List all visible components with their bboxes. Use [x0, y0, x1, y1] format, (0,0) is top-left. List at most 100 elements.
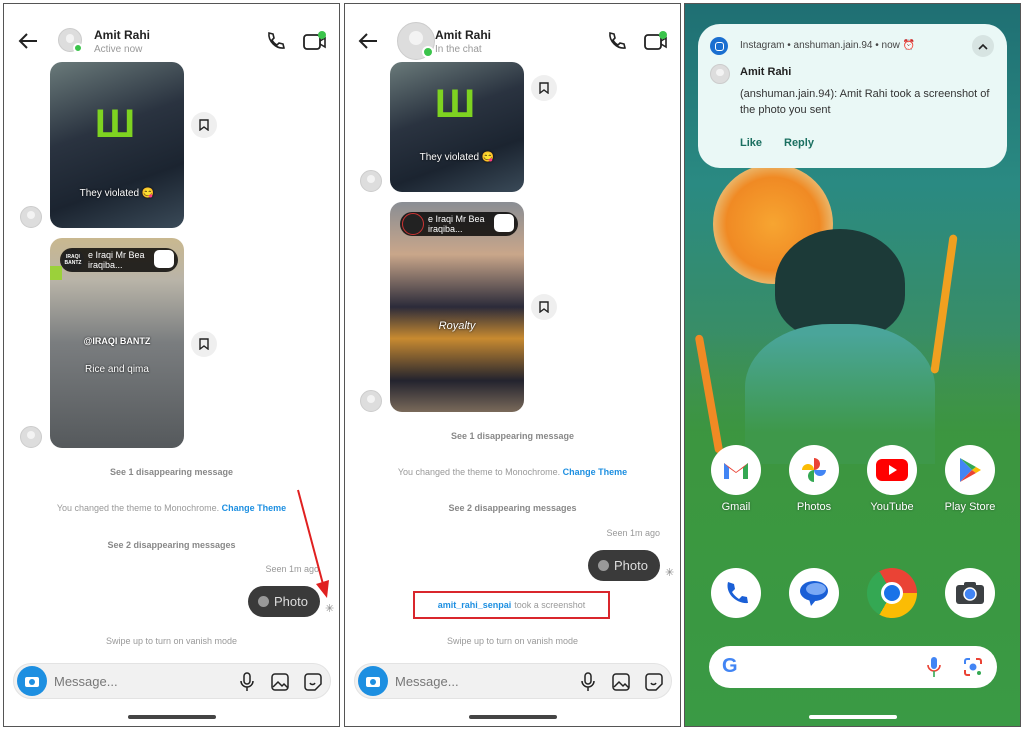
gmail-app[interactable]: [711, 445, 761, 495]
camera-app[interactable]: [945, 568, 995, 618]
notification-body: (anshuman.jain.94): Amit Rahi took a scr…: [740, 88, 990, 116]
sender-avatar: [710, 64, 730, 84]
save-bookmark-button[interactable]: [191, 331, 217, 357]
notification-meta: Instagram • anshuman.jain.94 • now ⏰: [740, 40, 916, 51]
sender-avatar: [360, 170, 382, 192]
camera-button[interactable]: [17, 666, 47, 696]
sending-spinner-icon: ✳: [665, 567, 675, 579]
gallery-icon[interactable]: [612, 673, 630, 691]
theme-change-notice: You changed the theme to Monochrome. Cha…: [4, 503, 339, 513]
save-bookmark-button[interactable]: [191, 112, 217, 138]
shirt-text: Royalty: [438, 320, 476, 332]
screenshot-username[interactable]: amit_rahi_senpai: [438, 600, 512, 610]
screenshot-notice: amit_rahi_senpai took a screenshot: [413, 591, 610, 619]
shared-reel-thumbnail[interactable]: IRAQI BANTZ e Iraqi Mr Bea iraqiba... @IR…: [50, 238, 184, 448]
photos-app[interactable]: [789, 445, 839, 495]
voice-search-icon[interactable]: [927, 656, 941, 678]
reel-caption: Rice and qima: [85, 364, 149, 375]
phone-call-icon[interactable]: [606, 31, 626, 51]
phone-app[interactable]: [711, 568, 761, 618]
notification-like-action[interactable]: Like: [740, 137, 762, 149]
sender-avatar: [360, 390, 382, 412]
change-theme-link[interactable]: Change Theme: [222, 503, 287, 513]
notification-sender: Amit Rahi: [740, 66, 792, 78]
contact-status: Active now: [94, 44, 143, 55]
vanish-mode-hint: Swipe up to turn on vanish mode: [446, 636, 579, 646]
save-bookmark-button[interactable]: [531, 75, 557, 101]
photos-label: Photos: [796, 501, 832, 513]
back-arrow-icon[interactable]: [17, 32, 39, 50]
google-lens-icon[interactable]: [963, 657, 983, 677]
photo-message-bubble[interactable]: Photo: [588, 550, 660, 581]
chair-shape: [50, 266, 62, 280]
gallery-icon[interactable]: [271, 673, 289, 691]
message-composer[interactable]: Message...: [354, 663, 672, 699]
bookmark-icon: [539, 301, 549, 313]
reel-watermark: @IRAQI BANTZ: [83, 336, 151, 346]
message-composer[interactable]: Message...: [13, 663, 331, 699]
theme-change-text: You changed the theme to Monochrome.: [397, 467, 561, 477]
microphone-icon[interactable]: [240, 672, 254, 692]
youtube-label: YouTube: [870, 501, 914, 513]
monster-logo-icon: Ш: [94, 102, 136, 146]
message-input[interactable]: Message...: [395, 674, 459, 689]
theme-change-text: You changed the theme to Monochrome.: [56, 503, 220, 513]
gmail-icon: [724, 463, 748, 479]
camera-icon: [366, 677, 380, 687]
video-call-icon[interactable]: [644, 30, 668, 52]
change-theme-link[interactable]: Change Theme: [563, 467, 628, 477]
photo-view-once-icon: [598, 560, 609, 571]
shared-reel-thumbnail[interactable]: e Iraqi Mr Bea iraqiba... Royalty: [390, 202, 524, 412]
online-indicator: [422, 46, 434, 58]
sticker-icon[interactable]: [645, 673, 663, 691]
alert-bell-icon: ⏰: [902, 40, 916, 51]
chevron-up-icon: [978, 43, 988, 50]
notification-reply-action[interactable]: Reply: [784, 137, 814, 149]
home-indicator[interactable]: [128, 715, 216, 719]
shared-reel-thumbnail[interactable]: Ш They violated 😋: [390, 62, 524, 192]
contact-status: In the chat: [435, 44, 482, 55]
bookmark-icon: [539, 82, 549, 94]
gmail-label: Gmail: [721, 501, 751, 513]
shared-reel-thumbnail[interactable]: Ш They violated 😋: [50, 62, 184, 228]
see-disappearing-message[interactable]: See 1 disappearing message: [345, 431, 680, 441]
see-disappearing-messages[interactable]: See 2 disappearing messages: [345, 503, 680, 513]
bookmark-icon: [199, 119, 209, 131]
camera-icon: [25, 677, 39, 687]
see-disappearing-message[interactable]: See 1 disappearing message: [4, 467, 339, 477]
youtube-icon: [876, 459, 908, 481]
play-store-app[interactable]: [945, 445, 995, 495]
home-indicator[interactable]: [469, 715, 557, 719]
phone-call-icon[interactable]: [265, 31, 285, 51]
google-logo-icon: G: [722, 655, 738, 677]
chat-screen-before: Amit Rahi Active now Ш They violated 😋 I…: [3, 3, 340, 727]
chat-screen-after: Amit Rahi In the chat Ш They violated 😋 …: [344, 3, 681, 727]
chrome-app[interactable]: [867, 568, 917, 618]
instagram-notification[interactable]: Instagram • anshuman.jain.94 • now ⏰ Ami…: [698, 24, 1007, 168]
instagram-icon: [710, 37, 728, 55]
sticker-icon[interactable]: [304, 673, 322, 691]
message-input[interactable]: Message...: [54, 674, 118, 689]
messages-app[interactable]: [789, 568, 839, 618]
photo-label: Photo: [614, 558, 648, 573]
android-home-screen: Instagram • anshuman.jain.94 • now ⏰ Ami…: [684, 3, 1021, 727]
reel-play-icon: [494, 214, 514, 232]
google-search-bar[interactable]: G: [709, 646, 997, 688]
channel-logo: [402, 213, 424, 235]
back-arrow-icon[interactable]: [357, 32, 379, 50]
save-bookmark-button[interactable]: [531, 294, 557, 320]
seen-status: Seen 1m ago: [606, 528, 660, 538]
online-indicator: [73, 43, 83, 53]
theme-change-notice: You changed the theme to Monochrome. Cha…: [345, 467, 680, 477]
youtube-app[interactable]: [867, 445, 917, 495]
see-disappearing-messages[interactable]: See 2 disappearing messages: [4, 540, 339, 550]
contact-name[interactable]: Amit Rahi: [94, 28, 150, 42]
home-indicator[interactable]: [809, 715, 897, 719]
collapse-chevron-button[interactable]: [972, 35, 994, 57]
phone-icon: [727, 582, 748, 604]
video-call-icon[interactable]: [303, 30, 327, 52]
camera-icon: [956, 582, 984, 604]
contact-name[interactable]: Amit Rahi: [435, 28, 491, 42]
camera-button[interactable]: [358, 666, 388, 696]
microphone-icon[interactable]: [581, 672, 595, 692]
